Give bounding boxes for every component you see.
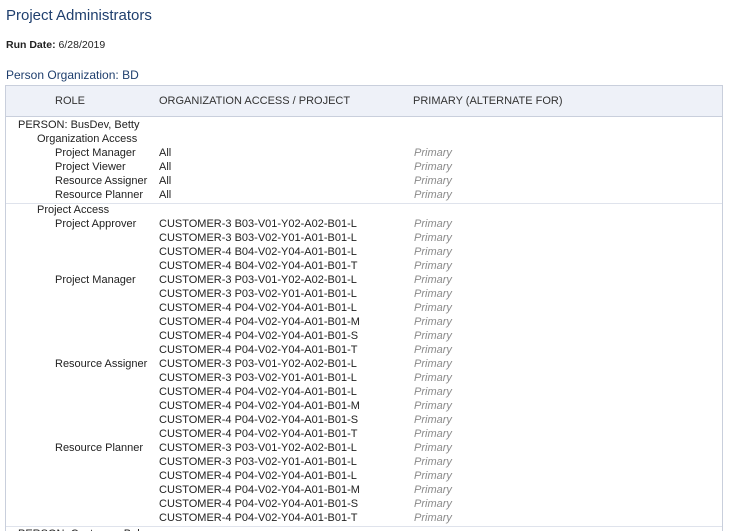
primary-value: Primary <box>414 316 452 328</box>
project-value: CUSTOMER-4 P04-V02-Y04-A01-B01-S <box>159 414 359 426</box>
project-value: CUSTOMER-3 B03-V02-Y01-A01-B01-L <box>159 232 357 244</box>
report-table: ROLE ORGANIZATION ACCESS / PROJECT PRIMA… <box>5 85 723 531</box>
primary-value: Primary <box>414 470 452 482</box>
primary-value: Primary <box>414 175 452 187</box>
role-label: Project Viewer <box>55 161 126 173</box>
project-value: CUSTOMER-3 P03-V01-Y02-A02-B01-L <box>159 358 357 370</box>
primary-value: Primary <box>414 246 452 258</box>
project-value: CUSTOMER-4 P04-V02-Y04-A01-B01-L <box>159 302 357 314</box>
project-value: CUSTOMER-3 P03-V01-Y02-A02-B01-L <box>159 442 357 454</box>
primary-value: Primary <box>414 147 452 159</box>
table-header: ROLE ORGANIZATION ACCESS / PROJECT PRIMA… <box>6 86 722 117</box>
run-date-value: 6/28/2019 <box>58 39 106 51</box>
run-date-label: Run Date: <box>6 39 56 51</box>
org-value: BD <box>122 68 139 82</box>
primary-value: Primary <box>414 414 452 426</box>
access-value: All <box>159 161 172 173</box>
person-heading: PERSON: BusDev, Betty <box>18 119 140 131</box>
org-label: Person Organization: <box>6 68 119 82</box>
access-value: All <box>159 147 172 159</box>
section-divider <box>6 203 722 204</box>
primary-value: Primary <box>414 386 452 398</box>
section-organization-access: Organization Access <box>37 133 138 145</box>
project-value: CUSTOMER-3 P03-V02-Y01-A01-B01-L <box>159 372 357 384</box>
section-project-access: Project Access <box>37 204 110 216</box>
column-role: ROLE <box>55 95 85 107</box>
role-label: Resource Assigner <box>55 175 148 187</box>
person-heading: PERSON: Customer, Bob <box>18 527 143 531</box>
primary-value: Primary <box>414 189 452 201</box>
project-value: CUSTOMER-4 P04-V02-Y04-A01-B01-L <box>159 470 357 482</box>
primary-value: Primary <box>414 302 452 314</box>
primary-value: Primary <box>414 484 452 496</box>
primary-value: Primary <box>414 274 452 286</box>
role-label: Project Manager <box>55 147 136 159</box>
project-value: CUSTOMER-3 P03-V02-Y01-A01-B01-L <box>159 288 357 300</box>
role-label: Project Approver <box>55 218 137 230</box>
primary-value: Primary <box>414 218 452 230</box>
primary-value: Primary <box>414 428 452 440</box>
person-organization: Person Organization: BD <box>6 68 139 82</box>
project-value: CUSTOMER-4 P04-V02-Y04-A01-B01-T <box>159 344 358 356</box>
project-value: CUSTOMER-3 P03-V02-Y01-A01-B01-L <box>159 456 357 468</box>
project-value: CUSTOMER-4 P04-V02-Y04-A01-B01-T <box>159 428 358 440</box>
column-primary: PRIMARY (ALTERNATE FOR) <box>413 95 563 107</box>
project-value: CUSTOMER-4 P04-V02-Y04-A01-B01-S <box>159 330 359 342</box>
primary-value: Primary <box>414 161 452 173</box>
access-value: All <box>159 175 172 187</box>
project-value: CUSTOMER-4 P04-V02-Y04-A01-B01-M <box>159 316 360 328</box>
access-value: All <box>159 189 172 201</box>
primary-value: Primary <box>414 456 452 468</box>
report-page: Project Administrators Run Date: 6/28/20… <box>0 0 734 531</box>
page-title: Project Administrators <box>6 7 152 24</box>
primary-value: Primary <box>414 372 452 384</box>
project-value: CUSTOMER-4 P04-V02-Y04-A01-B01-L <box>159 386 357 398</box>
primary-value: Primary <box>414 260 452 272</box>
project-value: CUSTOMER-4 P04-V02-Y04-A01-B01-T <box>159 512 358 524</box>
project-value: CUSTOMER-4 B04-V02-Y04-A01-B01-T <box>159 260 358 272</box>
primary-value: Primary <box>414 344 452 356</box>
project-value: CUSTOMER-4 B04-V02-Y04-A01-B01-L <box>159 246 357 258</box>
project-value: CUSTOMER-3 B03-V01-Y02-A02-B01-L <box>159 218 357 230</box>
primary-value: Primary <box>414 498 452 510</box>
primary-value: Primary <box>414 358 452 370</box>
project-value: CUSTOMER-4 P04-V02-Y04-A01-B01-M <box>159 400 360 412</box>
primary-value: Primary <box>414 442 452 454</box>
primary-value: Primary <box>414 512 452 524</box>
primary-value: Primary <box>414 288 452 300</box>
role-label: Resource Planner <box>55 442 144 454</box>
column-access: ORGANIZATION ACCESS / PROJECT <box>159 95 351 107</box>
run-date: Run Date: 6/28/2019 <box>6 39 105 51</box>
project-value: CUSTOMER-4 P04-V02-Y04-A01-B01-S <box>159 498 359 510</box>
primary-value: Primary <box>414 330 452 342</box>
role-label: Project Manager <box>55 274 136 286</box>
role-label: Resource Assigner <box>55 358 148 370</box>
primary-value: Primary <box>414 232 452 244</box>
primary-value: Primary <box>414 400 452 412</box>
project-value: CUSTOMER-3 P03-V01-Y02-A02-B01-L <box>159 274 357 286</box>
role-label: Resource Planner <box>55 189 144 201</box>
project-value: CUSTOMER-4 P04-V02-Y04-A01-B01-M <box>159 484 360 496</box>
